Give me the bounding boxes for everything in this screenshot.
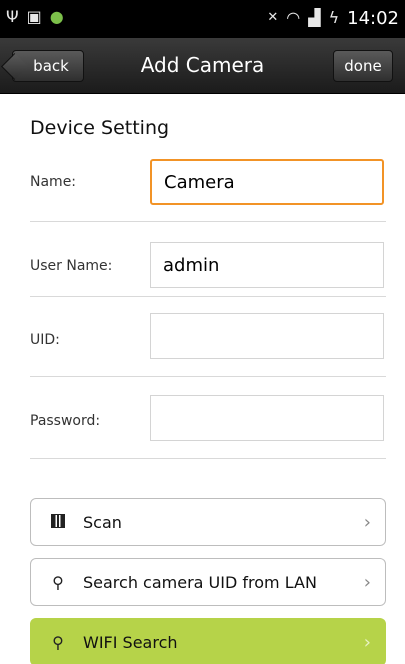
mute-icon: ✕ xyxy=(267,10,279,25)
divider xyxy=(30,376,386,377)
section-title: Device Setting xyxy=(30,117,170,139)
chevron-right-icon: › xyxy=(363,511,371,533)
password-field[interactable] xyxy=(150,395,384,441)
wifi-search-button-label: WIFI Search xyxy=(83,632,178,652)
chevron-right-icon: › xyxy=(363,631,371,653)
search-lan-button-label: Search camera UID from LAN xyxy=(83,572,317,592)
uid-field[interactable] xyxy=(150,313,384,359)
name-label: Name: xyxy=(30,174,77,190)
username-label: User Name: xyxy=(30,258,113,274)
divider xyxy=(30,296,386,297)
divider xyxy=(30,221,386,222)
search-icon: ⚲ xyxy=(52,632,64,652)
done-button[interactable]: done xyxy=(333,50,393,82)
divider xyxy=(30,458,386,459)
scan-button[interactable]: Scan › xyxy=(30,498,386,546)
uid-label: UID: xyxy=(30,332,60,348)
password-label: Password: xyxy=(30,413,101,429)
status-bar: Ψ ▣ ● ✕ ◠ ▟ ϟ 14:02 xyxy=(0,0,405,38)
status-bar-right: ✕ ◠ ▟ ϟ 14:02 xyxy=(267,7,399,29)
username-field[interactable]: admin xyxy=(150,242,384,288)
back-button-label: back xyxy=(33,57,69,75)
app-icon: ● xyxy=(49,7,64,26)
title-bar: back Add Camera done xyxy=(0,38,405,94)
wifi-search-button[interactable]: ⚲ WIFI Search › xyxy=(30,618,386,664)
sd-card-icon: ▣ xyxy=(26,7,42,26)
chevron-right-icon: › xyxy=(363,571,371,593)
battery-charging-icon: ϟ xyxy=(328,8,340,27)
wifi-icon: ◠ xyxy=(286,8,301,27)
qr-code-icon xyxy=(47,513,69,532)
status-time: 14:02 xyxy=(347,7,399,29)
signal-icon: ▟ xyxy=(308,8,321,27)
usb-icon: Ψ xyxy=(6,7,19,26)
name-field[interactable]: Camera xyxy=(150,159,384,205)
search-icon: ⚲ xyxy=(52,572,64,592)
status-bar-left: Ψ ▣ ● xyxy=(6,6,64,28)
scan-button-label: Scan xyxy=(83,512,122,532)
search-lan-button[interactable]: ⚲ Search camera UID from LAN › xyxy=(30,558,386,606)
